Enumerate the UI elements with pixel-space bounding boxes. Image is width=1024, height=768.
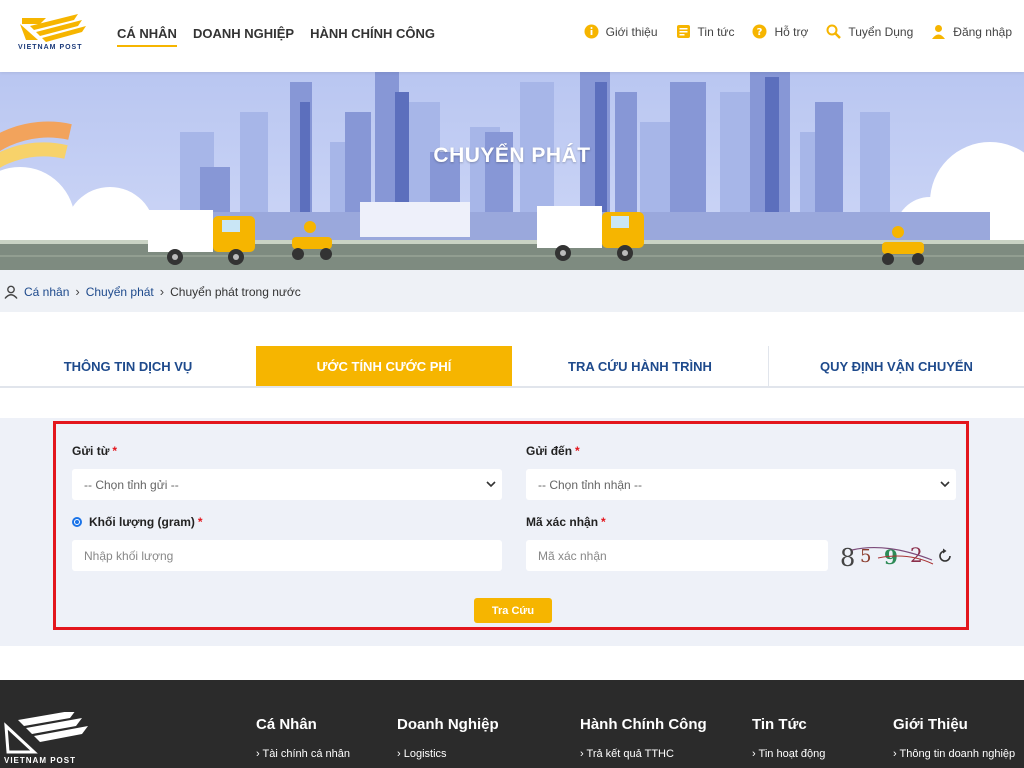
breadcrumb: Cá nhân › Chuyển phát › Chuyển phát tron… [4, 284, 301, 299]
footer-link-text: Trả kết quả TTHC [586, 748, 674, 760]
main-nav: CÁ NHÂN DOANH NGHIỆP HÀNH CHÍNH CÔNG [117, 26, 451, 47]
breadcrumb-current: Chuyển phát trong nước [170, 284, 301, 299]
breadcrumb-chuyen-phat[interactable]: Chuyển phát [86, 285, 154, 299]
footer-heading: Hành Chính Công [580, 716, 707, 733]
user-icon [932, 25, 946, 39]
footer-link-text: Logistics [403, 748, 447, 760]
footer-col-hanh-chinh-cong: Hành Chính Công › Trả kết quả TTHC [580, 716, 707, 760]
vietnam-post-footer-logo[interactable] [4, 712, 88, 756]
search-icon [826, 24, 842, 39]
weight-radio[interactable] [72, 517, 82, 527]
footer-heading: Tin Tức [752, 716, 807, 733]
from-province-value: -- Chọn tỉnh gửi -- [84, 477, 179, 492]
captcha-label: Mã xác nhận * [526, 515, 606, 529]
help-icon: ? [752, 24, 767, 39]
footer-link[interactable]: › Tài chính cá nhân [256, 748, 350, 760]
breadcrumb-bar: Cá nhân › Chuyển phát › Chuyển phát tron… [0, 270, 1024, 312]
footer-link[interactable]: › Thông tin doanh nghiệp [893, 748, 1015, 760]
svg-text:?: ? [757, 27, 763, 38]
captcha-label-text: Mã xác nhận [526, 515, 599, 529]
refresh-captcha-icon[interactable] [937, 548, 953, 564]
info-icon [584, 24, 599, 39]
breadcrumb-ca-nhan[interactable]: Cá nhân [24, 285, 69, 299]
to-label: Gửi đến * [526, 444, 580, 458]
captcha-input[interactable]: Mã xác nhận [526, 540, 828, 571]
from-label-text: Gửi từ [72, 444, 110, 458]
footer-link-text: Thông tin doanh nghiệp [899, 748, 1016, 760]
banner-title: CHUYỂN PHÁT [433, 144, 591, 167]
footer-heading: Doanh Nghiệp [397, 716, 499, 733]
site-footer: VIETNAM POST Cá Nhân › Tài chính cá nhân… [0, 680, 1024, 768]
footer-col-tin-tuc: Tin Tức › Tin hoạt động [752, 716, 825, 760]
to-label-text: Gửi đến [526, 444, 573, 458]
topnav-label: Tuyển Dụng [848, 24, 914, 39]
chevron-down-icon [486, 481, 496, 488]
tab-thong-tin-dich-vu[interactable]: THÔNG TIN DỊCH VỤ [0, 346, 256, 386]
required-mark: * [112, 444, 118, 458]
footer-col-gioi-thieu: Giới Thiệu › Thông tin doanh nghiệp [893, 716, 1015, 760]
required-mark: * [197, 515, 203, 529]
footer-col-ca-nhan: Cá Nhân › Tài chính cá nhân [256, 716, 350, 760]
captcha-char: 8 [840, 544, 855, 572]
logo-text: VIETNAM POST [18, 44, 83, 51]
weight-label: Khối lượng (gram) * [89, 515, 203, 529]
nav-ca-nhan[interactable]: CÁ NHÂN [117, 26, 177, 47]
footer-link[interactable]: › Tin hoạt động [752, 748, 825, 760]
footer-logo-text: VIETNAM POST [4, 756, 77, 765]
tab-quy-dinh-van-chuyen[interactable]: QUY ĐỊNH VẬN CHUYỂN [768, 346, 1024, 386]
footer-link[interactable]: › Logistics [397, 748, 499, 760]
topnav-ho-tro[interactable]: ? Hỗ trợ [752, 24, 808, 39]
topnav-gioi-thieu[interactable]: Giới thiệu [584, 24, 658, 39]
captcha-char: 5 [860, 546, 871, 567]
footer-col-doanh-nghiep: Doanh Nghiệp › Logistics [397, 716, 499, 760]
service-tabs: THÔNG TIN DỊCH VỤ ƯỚC TÍNH CƯỚC PHÍ TRA … [0, 346, 1024, 388]
chevron-right-icon: › [159, 284, 165, 299]
topnav-label: Giới thiệu [605, 24, 658, 39]
chevron-down-icon [940, 481, 950, 488]
required-mark: * [575, 444, 580, 458]
captcha-image: 8 5 9 2 [840, 543, 934, 572]
site-header: VIETNAM POST CÁ NHÂN DOANH NGHIỆP HÀNH C… [0, 0, 1024, 72]
news-icon [676, 25, 690, 38]
footer-link[interactable]: › Trả kết quả TTHC [580, 748, 707, 760]
tab-uoc-tinh-cuoc-phi[interactable]: ƯỚC TÍNH CƯỚC PHÍ [256, 346, 512, 386]
footer-heading: Giới Thiệu [893, 716, 968, 733]
from-label: Gửi từ * [72, 444, 117, 458]
weight-input[interactable]: Nhập khối lượng [72, 540, 502, 571]
search-button[interactable]: Tra Cứu [474, 598, 552, 623]
tab-tra-cuu-hanh-trinh[interactable]: TRA CỨU HÀNH TRÌNH [512, 346, 768, 386]
nav-hanh-chinh-cong[interactable]: HÀNH CHÍNH CÔNG [310, 26, 435, 47]
chevron-right-icon: › [75, 284, 80, 299]
city-skyline-illustration [0, 72, 1024, 270]
topnav-tin-tuc[interactable]: Tin tức [676, 24, 735, 39]
footer-link-text: Tin hoạt động [758, 748, 826, 760]
topnav-label: Tin tức [697, 24, 735, 39]
footer-heading: Cá Nhân [256, 716, 317, 733]
weight-label-text: Khối lượng (gram) [89, 515, 195, 529]
topnav-tuyen-dung[interactable]: Tuyển Dụng [826, 24, 913, 39]
top-nav: Giới thiệu Tin tức ? Hỗ trợ Tuyển Dụng Đ… [566, 24, 1012, 39]
required-mark: * [601, 515, 606, 529]
nav-doanh-nghiep[interactable]: DOANH NGHIỆP [193, 26, 294, 47]
hero-banner: CHUYỂN PHÁT [0, 72, 1024, 270]
topnav-label: Đăng nhập [953, 24, 1012, 39]
topnav-label: Hỗ trợ [774, 24, 809, 39]
footer-link-text: Tài chính cá nhân [262, 748, 350, 760]
to-province-select[interactable]: -- Chọn tỉnh nhận -- [526, 469, 956, 500]
to-province-value: -- Chọn tỉnh nhận -- [538, 477, 643, 492]
user-icon [4, 285, 18, 299]
from-province-select[interactable]: -- Chọn tỉnh gửi -- [72, 469, 502, 500]
topnav-dang-nhap[interactable]: Đăng nhập [931, 24, 1012, 39]
